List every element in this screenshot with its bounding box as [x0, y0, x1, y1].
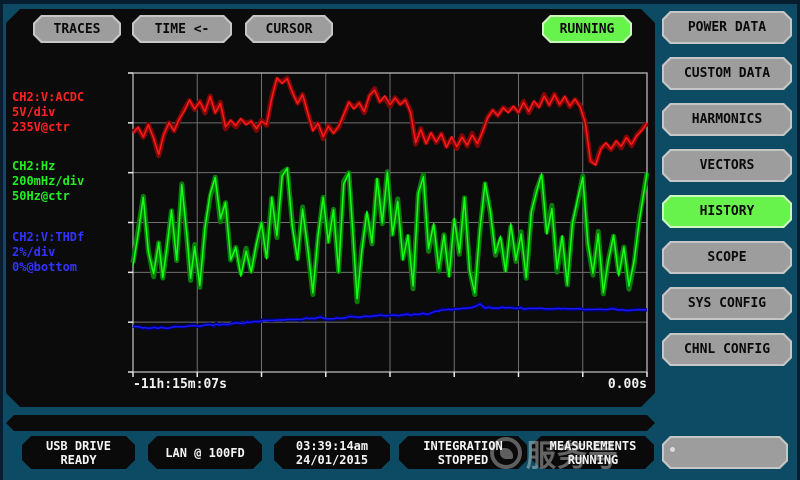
bottom-blank-softkey-face — [664, 438, 786, 467]
traces-button[interactable]: TRACES — [33, 15, 121, 43]
integration-status-box: INTEGRATION STOPPED — [399, 436, 527, 469]
status-line: MEASUREMENTS — [550, 439, 637, 453]
sidebar-button-vectors[interactable]: VECTORS — [662, 149, 792, 182]
measurements-status-box: MEASUREMENTS RUNNING — [532, 436, 654, 469]
channel-ref: 235V@ctr — [12, 120, 84, 135]
sidebar-button-chnl-config[interactable]: CHNL CONFIG — [662, 333, 792, 366]
usb-status-box: USB DRIVE READY — [22, 436, 135, 469]
traces-button-label: TRACES — [35, 17, 119, 41]
status-line: RUNNING — [568, 453, 619, 467]
sidebar-button-harmonics[interactable]: HARMONICS — [662, 103, 792, 136]
running-indicator[interactable]: RUNNING — [542, 15, 632, 43]
sidebar-button-scope[interactable]: SCOPE — [662, 241, 792, 274]
power-analyzer-screen: TRACES TIME <- CURSOR RUNNING CH2:V:ACDC… — [0, 0, 800, 480]
channel-label-voltage: CH2:V:ACDC 5V/div 235V@ctr — [12, 90, 84, 135]
status-line: USB DRIVE — [46, 439, 111, 453]
bottom-blank-softkey[interactable] — [662, 436, 788, 469]
cursor-button[interactable]: CURSOR — [245, 15, 333, 43]
softkey-label-strip — [6, 415, 655, 431]
channel-ref: 50Hz@ctr — [12, 189, 84, 204]
running-indicator-label: RUNNING — [544, 17, 630, 41]
channel-name: CH2:V:THDf — [12, 230, 84, 245]
watermark-dot — [670, 447, 675, 452]
status-line: 03:39:14am — [296, 439, 368, 453]
time-button[interactable]: TIME <- — [132, 15, 232, 43]
channel-label-thd: CH2:V:THDf 2%/div 0%@bottom — [12, 230, 84, 275]
sidebar-button-power-data[interactable]: POWER DATA — [662, 11, 792, 44]
status-line: READY — [60, 453, 96, 467]
sidebar-button-label: CUSTOM DATA — [664, 59, 790, 88]
channel-name: CH2:Hz — [12, 159, 84, 174]
status-line: LAN @ 100FD — [165, 446, 244, 460]
sidebar-button-sys-config[interactable]: SYS CONFIG — [662, 287, 792, 320]
bezel-edge-top — [0, 0, 800, 4]
status-line: INTEGRATION — [423, 439, 502, 453]
sidebar-button-label: CHNL CONFIG — [664, 335, 790, 364]
sidebar-button-custom-data[interactable]: CUSTOM DATA — [662, 57, 792, 90]
cursor-button-label: CURSOR — [247, 17, 331, 41]
sidebar-button-label: HISTORY — [664, 197, 790, 226]
channel-scale: 200mHz/div — [12, 174, 84, 189]
sidebar-button-label: HARMONICS — [664, 105, 790, 134]
channel-scale: 2%/div — [12, 245, 84, 260]
channel-scale: 5V/div — [12, 105, 84, 120]
bezel-edge-left — [0, 0, 3, 480]
sidebar-button-label: SYS CONFIG — [664, 289, 790, 318]
sidebar-button-history[interactable]: HISTORY — [662, 195, 792, 228]
status-line: 24/01/2015 — [296, 453, 368, 467]
x-axis-start-label: -11h:15m:07s — [133, 377, 227, 392]
channel-name: CH2:V:ACDC — [12, 90, 84, 105]
x-axis-end-label: 0.00s — [540, 377, 647, 392]
channel-label-frequency: CH2:Hz 200mHz/div 50Hz@ctr — [12, 159, 84, 204]
datetime-status-box: 03:39:14am 24/01/2015 — [274, 436, 390, 469]
channel-ref: 0%@bottom — [12, 260, 84, 275]
status-line: STOPPED — [438, 453, 489, 467]
time-button-label: TIME <- — [134, 17, 230, 41]
history-trend-chart — [127, 67, 653, 378]
lan-status-box: LAN @ 100FD — [148, 436, 262, 469]
sidebar-button-label: VECTORS — [664, 151, 790, 180]
sidebar-button-label: SCOPE — [664, 243, 790, 272]
sidebar-button-label: POWER DATA — [664, 13, 790, 42]
